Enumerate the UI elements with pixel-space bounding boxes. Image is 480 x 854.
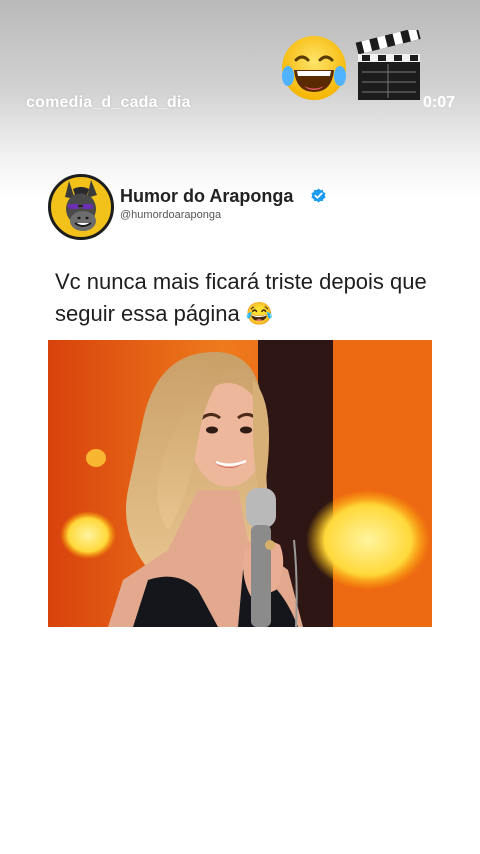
post-text: Vc nunca mais ficará triste depois que s… — [55, 269, 427, 326]
donkey-avatar-icon — [65, 180, 97, 231]
clapperboard-icon — [355, 30, 421, 100]
verified-badge-icon — [311, 188, 326, 203]
story-time: 0:07 — [422, 94, 455, 111]
post-video[interactable] — [48, 340, 432, 627]
video-frame — [48, 340, 432, 627]
story-username[interactable]: comedia_d_cada_dia — [26, 94, 191, 112]
avatar[interactable] — [48, 174, 114, 240]
laughing-emoji-icon — [282, 36, 346, 100]
profile-handle[interactable]: @humordoaraponga — [120, 209, 221, 221]
display-name[interactable]: Humor do Araponga — [120, 186, 293, 207]
